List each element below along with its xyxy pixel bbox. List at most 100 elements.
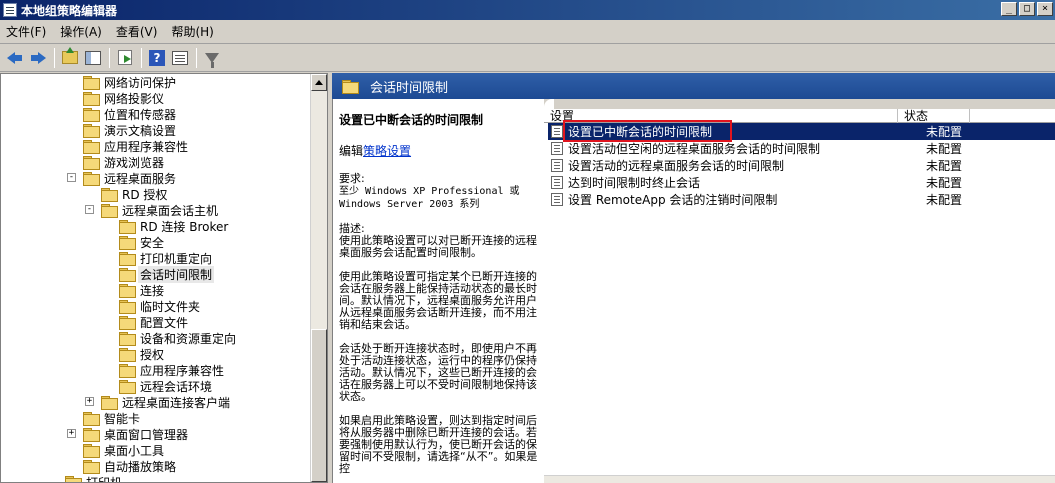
forward-button[interactable] bbox=[27, 47, 49, 69]
tree-item[interactable]: 安全 bbox=[119, 234, 166, 250]
navigation-tree[interactable]: 网络访问保护 网络投影仪 位置和传感器 演示文稿设置 应用程序兼容性 游戏浏览器 - 远程桌面… bbox=[0, 73, 328, 483]
list-horizontal-scrollbar[interactable] bbox=[544, 475, 1055, 483]
folder-icon bbox=[101, 204, 118, 218]
tree-item[interactable]: 打印机 bbox=[65, 474, 124, 482]
policy-settings-link[interactable]: 策略设置 bbox=[363, 144, 411, 158]
tree-item[interactable]: 应用程序兼容性 bbox=[119, 362, 226, 378]
tree-item[interactable]: 演示文稿设置 bbox=[83, 122, 178, 138]
tree-item-label: 桌面窗口管理器 bbox=[104, 427, 189, 442]
collapse-toggle-icon[interactable]: - bbox=[67, 173, 76, 182]
tree-item[interactable]: 位置和传感器 bbox=[83, 106, 178, 122]
settings-list[interactable]: 设置 状态 设置已中断会话的时间限制 未配置 设置活动但空闲的远程桌面服务会话的时间… bbox=[544, 99, 1055, 483]
show-hide-tree-button[interactable] bbox=[82, 47, 104, 69]
details-header: 会话时间限制 bbox=[332, 73, 1055, 99]
tree-item-label: 配置文件 bbox=[140, 315, 189, 330]
expand-toggle-icon[interactable]: + bbox=[85, 397, 94, 406]
properties-button[interactable] bbox=[169, 47, 191, 69]
export-list-button[interactable] bbox=[114, 47, 136, 69]
tree-item[interactable]: 设备和资源重定向 bbox=[119, 330, 238, 346]
list-item[interactable]: 设置活动但空闲的远程桌面服务会话的时间限制 未配置 bbox=[548, 140, 1055, 157]
tree-item[interactable]: 桌面小工具 bbox=[83, 442, 166, 458]
column-header-setting[interactable]: 设置 bbox=[544, 109, 898, 123]
folder-icon bbox=[83, 140, 100, 154]
setting-state: 未配置 bbox=[926, 125, 963, 139]
folder-icon bbox=[119, 252, 136, 266]
setting-state: 未配置 bbox=[926, 193, 963, 207]
window-title: 本地组策略编辑器 bbox=[21, 3, 118, 18]
tree-item[interactable]: 网络访问保护 bbox=[83, 74, 178, 90]
tree-item-label: 设备和资源重定向 bbox=[140, 331, 237, 346]
expand-toggle-icon[interactable]: + bbox=[67, 429, 76, 438]
tree-item-label: 安全 bbox=[140, 235, 165, 250]
tree-item-label: 远程桌面会话主机 bbox=[122, 203, 219, 218]
tree-item[interactable]: 游戏浏览器 bbox=[83, 154, 166, 170]
toolbar-separator bbox=[141, 47, 142, 68]
tree-item[interactable]: - 远程桌面服务 bbox=[67, 170, 178, 186]
tree-item[interactable]: 打印机重定向 bbox=[119, 250, 214, 266]
minimize-button[interactable]: _ bbox=[1001, 2, 1017, 16]
list-item[interactable]: 设置已中断会话的时间限制 未配置 bbox=[548, 123, 1055, 140]
tree-item[interactable]: 配置文件 bbox=[119, 314, 190, 330]
requirements-block: 要求: 至少 Windows XP Professional 或 Windows… bbox=[339, 173, 538, 211]
toolbar-separator bbox=[54, 47, 55, 68]
tree-item-label: 演示文稿设置 bbox=[104, 123, 177, 138]
requirements-label: 要求: bbox=[339, 172, 365, 185]
tree-item[interactable]: + 桌面窗口管理器 bbox=[67, 426, 190, 442]
close-button[interactable]: × bbox=[1037, 2, 1053, 16]
tree-item[interactable]: 智能卡 bbox=[83, 410, 142, 426]
toolbar-separator bbox=[109, 47, 110, 68]
folder-icon bbox=[83, 108, 100, 122]
description-para-4: 如果启用此策略设置，则达到指定时间后将从服务器中删除已断开连接的会话。若要强制使… bbox=[339, 414, 538, 475]
scroll-up-button[interactable] bbox=[311, 74, 327, 91]
policy-setting-icon bbox=[551, 142, 563, 155]
folder-icon bbox=[83, 156, 100, 170]
tree-item[interactable]: 网络投影仪 bbox=[83, 90, 166, 106]
collapse-toggle-icon[interactable]: - bbox=[85, 205, 94, 214]
help-button[interactable]: ? bbox=[146, 47, 168, 69]
folder-icon bbox=[83, 412, 100, 426]
folder-icon bbox=[119, 364, 136, 378]
properties-icon bbox=[172, 50, 188, 65]
tree-item[interactable]: RD 连接 Broker bbox=[119, 218, 230, 234]
column-header-state[interactable]: 状态 bbox=[898, 109, 970, 123]
maximize-button[interactable]: □ bbox=[1019, 2, 1035, 16]
tree-item-label: 智能卡 bbox=[104, 411, 141, 426]
scroll-thumb[interactable] bbox=[311, 329, 327, 482]
tree-item[interactable]: 应用程序兼容性 bbox=[83, 138, 190, 154]
menu-bar: 文件(F) 操作(A) 查看(V) 帮助(H) bbox=[0, 20, 1055, 44]
back-button[interactable] bbox=[4, 47, 26, 69]
tree-item-label: RD 连接 Broker bbox=[140, 219, 229, 234]
tree-item-label: 临时文件夹 bbox=[140, 299, 201, 314]
requirements-text: 至少 Windows XP Professional 或 Windows Ser… bbox=[339, 186, 520, 210]
tree-item[interactable]: 授权 bbox=[119, 346, 166, 362]
tree-item-label: 远程桌面服务 bbox=[104, 171, 177, 186]
tree-item[interactable]: 自动播放策略 bbox=[83, 458, 178, 474]
tree-vertical-scrollbar[interactable] bbox=[310, 74, 327, 482]
window-controls: _ □ × bbox=[1001, 2, 1053, 16]
menu-file[interactable]: 文件(F) bbox=[6, 23, 46, 40]
list-item[interactable]: 设置活动的远程桌面服务会话的时间限制 未配置 bbox=[548, 157, 1055, 174]
tree-item[interactable]: 连接 bbox=[119, 282, 166, 298]
setting-name: 设置已中断会话的时间限制 bbox=[568, 125, 713, 139]
menu-action[interactable]: 操作(A) bbox=[60, 23, 102, 40]
list-item[interactable]: 达到时间限制时终止会话 未配置 bbox=[548, 174, 1055, 191]
menu-help[interactable]: 帮助(H) bbox=[171, 23, 213, 40]
menu-view[interactable]: 查看(V) bbox=[116, 23, 158, 40]
tree-item[interactable]: 临时文件夹 bbox=[119, 298, 202, 314]
tree-item[interactable]: 会话时间限制 bbox=[119, 265, 215, 283]
tree-item[interactable]: RD 授权 bbox=[101, 186, 169, 202]
list-item[interactable]: 设置 RemoteApp 会话的注销时间限制 未配置 bbox=[548, 191, 1055, 208]
up-folder-button[interactable] bbox=[59, 47, 81, 69]
filter-button[interactable] bbox=[201, 47, 223, 69]
tree-item-label: 打印机重定向 bbox=[140, 251, 213, 266]
tree-item[interactable]: - 远程桌面会话主机 bbox=[85, 202, 220, 218]
folder-icon bbox=[119, 300, 136, 314]
tree-item-label: 授权 bbox=[140, 347, 165, 362]
tree-item[interactable]: + 远程桌面连接客户端 bbox=[85, 394, 232, 410]
folder-icon bbox=[83, 124, 100, 138]
folder-icon bbox=[101, 188, 118, 202]
tree-item-label: 位置和传感器 bbox=[104, 107, 177, 122]
tree-item-label: 应用程序兼容性 bbox=[104, 139, 189, 154]
setting-name: 设置 RemoteApp 会话的注销时间限制 bbox=[568, 193, 778, 207]
tree-item[interactable]: 远程会话环境 bbox=[119, 378, 214, 394]
